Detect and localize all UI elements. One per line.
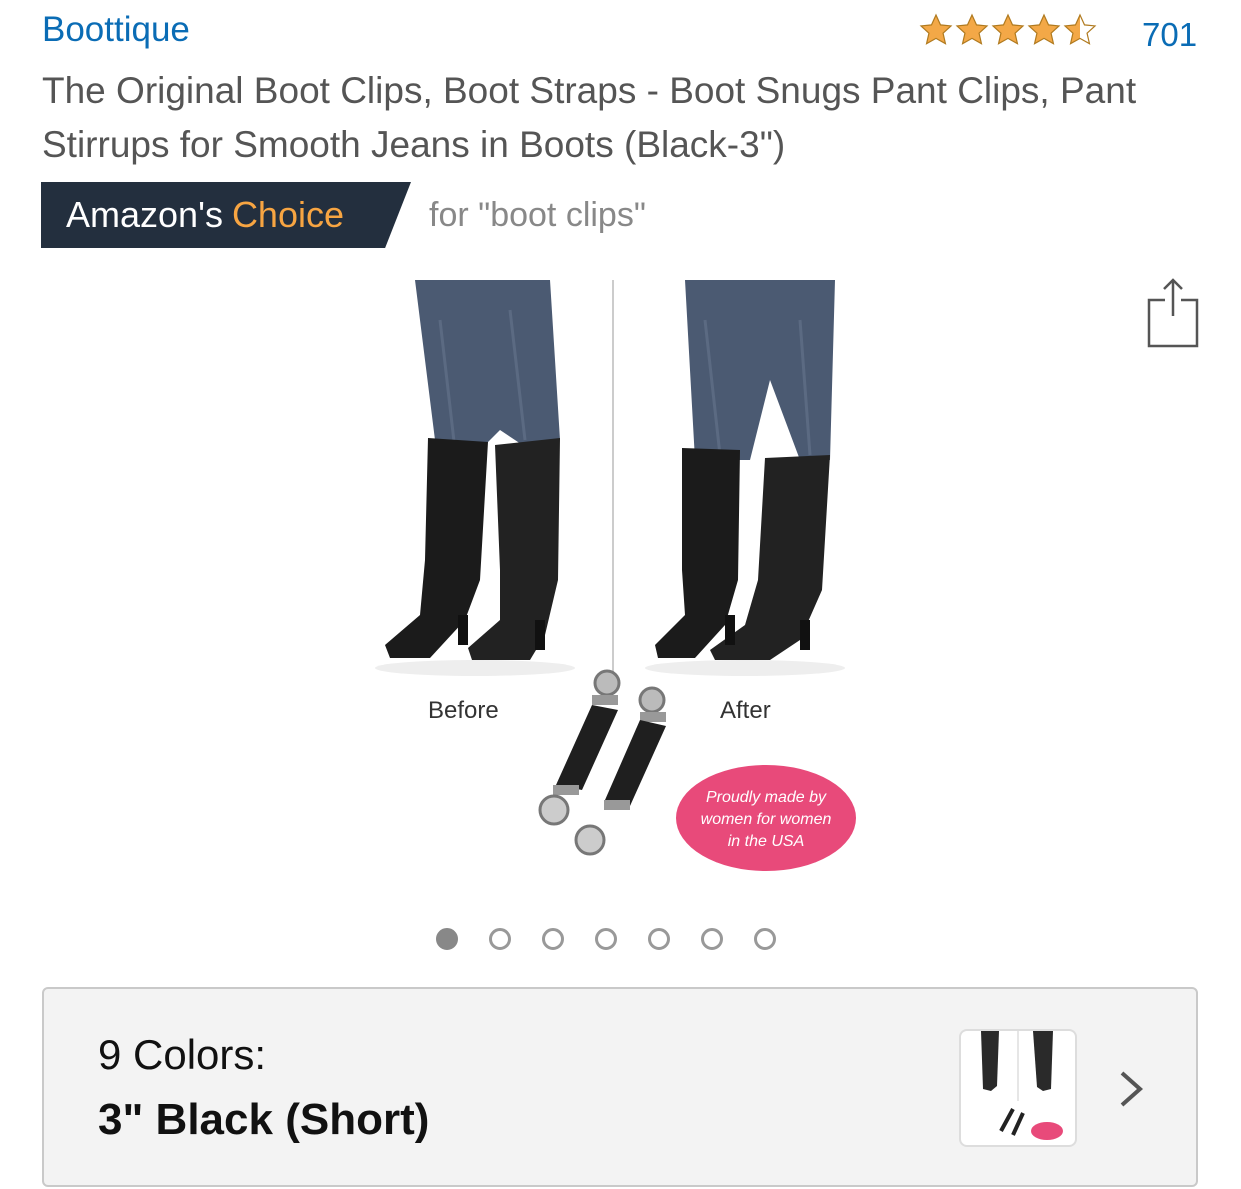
carousel-dot[interactable] <box>701 928 723 950</box>
star-full-icon <box>919 13 953 45</box>
badge-label-part2: Choice <box>231 194 344 235</box>
star-full-icon <box>955 13 989 45</box>
colors-count-label: 9 Colors: <box>98 1031 267 1078</box>
carousel-dot[interactable] <box>489 928 511 950</box>
share-icon[interactable] <box>1147 276 1199 348</box>
thumbnail-image <box>981 1031 1063 1140</box>
brand-link[interactable]: Boottique <box>42 10 190 50</box>
carousel-dots <box>436 928 776 950</box>
rating-count-link[interactable]: 701 <box>1142 16 1197 54</box>
carousel-dot[interactable] <box>436 928 458 950</box>
badge-for-text: for "boot clips" <box>429 196 646 234</box>
selected-color-label: 3" Black (Short) <box>98 1095 430 1144</box>
sticker-line2: women for women <box>701 811 832 828</box>
amazons-choice-badge[interactable]: Amazon's Choice <box>41 182 411 248</box>
star-half-icon <box>1063 13 1097 45</box>
after-label: After <box>720 697 771 724</box>
star-rating[interactable] <box>918 12 1098 48</box>
badge-label-part1: Amazon's <box>66 194 223 235</box>
carousel-dot[interactable] <box>648 928 670 950</box>
before-label: Before <box>428 697 499 724</box>
carousel-dot[interactable] <box>754 928 776 950</box>
color-selector[interactable]: 9 Colors: 3" Black (Short) <box>42 987 1198 1187</box>
product-image[interactable]: Before After Proudly made by women for w… <box>360 280 880 880</box>
carousel-dot[interactable] <box>595 928 617 950</box>
chevron-right-icon[interactable] <box>1116 1067 1146 1111</box>
carousel-dot[interactable] <box>542 928 564 950</box>
star-full-icon <box>991 13 1025 45</box>
star-full-icon <box>1027 13 1061 45</box>
product-title: The Original Boot Clips, Boot Straps - B… <box>42 70 1137 165</box>
sticker-line3: in the USA <box>728 833 804 850</box>
color-thumbnail[interactable] <box>959 1029 1077 1147</box>
sticker-line1: Proudly made by <box>706 789 827 806</box>
